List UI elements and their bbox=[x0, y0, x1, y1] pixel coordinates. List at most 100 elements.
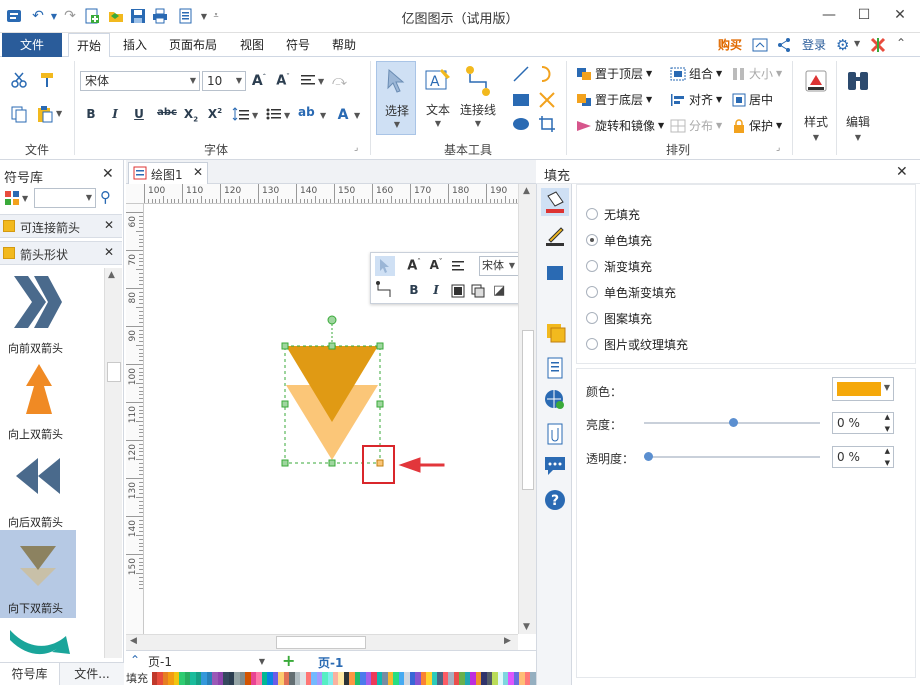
line-spacing-icon[interactable] bbox=[232, 107, 250, 124]
library-search-input[interactable]: ▼ bbox=[34, 188, 96, 208]
font-color-icon[interactable]: A bbox=[334, 107, 352, 123]
radio-button[interactable] bbox=[586, 234, 598, 246]
font-color-dropdown-icon[interactable]: ▼ bbox=[354, 111, 360, 120]
page-tool-icon[interactable] bbox=[541, 356, 569, 380]
add-page-icon[interactable]: + bbox=[282, 651, 295, 670]
connector-tool-button[interactable]: 连接线 ▼ bbox=[458, 61, 498, 135]
fill-option[interactable]: 单色渐变填充 bbox=[586, 284, 806, 302]
strikethrough-button[interactable]: abc bbox=[156, 107, 178, 118]
minimize-icon[interactable]: — bbox=[815, 4, 843, 26]
mini-fill-icon[interactable] bbox=[451, 284, 465, 301]
tab-insert[interactable]: 插入 bbox=[116, 33, 154, 57]
brightness-slider-thumb[interactable] bbox=[729, 418, 738, 427]
shape-forward-double-arrow[interactable]: 向前双箭头 bbox=[0, 268, 104, 356]
scroll-left-icon[interactable]: ◀ bbox=[130, 636, 137, 646]
tab-help[interactable]: 帮助 bbox=[326, 33, 362, 57]
underline-button[interactable]: U bbox=[130, 107, 148, 121]
crop-tool-icon[interactable] bbox=[538, 115, 556, 136]
subscript-button[interactable]: X2 bbox=[182, 107, 200, 123]
shadow-tool-icon[interactable] bbox=[541, 264, 569, 284]
line-spacing-dropdown-icon[interactable]: ▼ bbox=[252, 111, 258, 120]
settings-dropdown-icon[interactable]: ▼ bbox=[854, 39, 860, 48]
shape-curved-arrow[interactable] bbox=[8, 626, 72, 661]
page-collapse-icon[interactable]: ⌃ bbox=[130, 653, 140, 667]
fill-option[interactable]: 图片或纹理填充 bbox=[586, 336, 806, 354]
transparency-slider-track[interactable] bbox=[644, 456, 820, 458]
attachment-tool-icon[interactable] bbox=[541, 422, 569, 446]
close-icon[interactable]: ✕ bbox=[193, 165, 203, 179]
page-select[interactable]: 页-1 ▼ bbox=[148, 653, 268, 671]
cut-icon[interactable] bbox=[10, 71, 28, 92]
scroll-thumb[interactable] bbox=[107, 362, 121, 382]
scroll-thumb[interactable] bbox=[276, 636, 366, 649]
rectangle-tool-icon[interactable] bbox=[512, 91, 530, 112]
palette-swatches[interactable] bbox=[152, 672, 536, 685]
copy-icon[interactable] bbox=[10, 105, 28, 126]
send-to-back-button[interactable]: 置于底层 ▼ bbox=[576, 91, 652, 108]
bring-to-front-button[interactable]: 置于顶层 ▼ bbox=[576, 65, 652, 82]
mini-shadow-icon[interactable]: ◪ bbox=[493, 283, 505, 298]
close-icon[interactable]: ✕ bbox=[886, 4, 914, 26]
align-button[interactable]: 对齐 ▼ bbox=[670, 91, 722, 108]
mini-connector-icon[interactable] bbox=[375, 281, 395, 302]
tab-symbol[interactable]: 符号 bbox=[280, 33, 316, 57]
edit-button[interactable]: 编辑 ▼ bbox=[840, 63, 876, 143]
font-dialog-launcher-icon[interactable]: ⌟ bbox=[354, 143, 358, 153]
select-tool-button[interactable]: 选择 ▼ bbox=[376, 61, 416, 135]
format-painter-icon[interactable] bbox=[38, 71, 56, 92]
scroll-thumb[interactable] bbox=[522, 330, 534, 490]
library-header-arrow-shapes[interactable]: 箭头形状 ✕ bbox=[0, 241, 122, 265]
search-icon[interactable]: ⚲ bbox=[100, 188, 111, 206]
arrange-dialog-launcher-icon[interactable]: ⌟ bbox=[776, 143, 780, 153]
down-arrow-front-triangle[interactable] bbox=[286, 346, 378, 422]
share-window-icon[interactable] bbox=[752, 37, 768, 56]
mini-italic-button[interactable]: I bbox=[427, 283, 445, 297]
close-icon[interactable]: ✕ bbox=[102, 166, 114, 182]
library-scrollbar[interactable]: ▲ bbox=[104, 268, 122, 658]
resize-handle-right[interactable] bbox=[376, 400, 384, 408]
transparency-spinner[interactable]: 0 % ▲ ▼ bbox=[832, 446, 894, 468]
radio-button[interactable] bbox=[586, 260, 598, 272]
tab-file[interactable]: 文件... bbox=[64, 663, 120, 685]
ellipse-tool-icon[interactable] bbox=[512, 115, 530, 136]
fill-option[interactable]: 图案填充 bbox=[586, 310, 806, 328]
resize-handle-bottom-left[interactable] bbox=[281, 459, 289, 467]
font-name-select[interactable]: 宋体 ▼ bbox=[80, 71, 200, 91]
paste-icon[interactable] bbox=[36, 105, 54, 126]
hyperlink-tool-icon[interactable] bbox=[541, 388, 569, 412]
mini-select-icon[interactable] bbox=[375, 256, 395, 276]
maximize-icon[interactable]: ☐ bbox=[850, 4, 878, 26]
increase-font-icon[interactable]: Aˆ bbox=[250, 73, 268, 89]
close-icon[interactable]: ✕ bbox=[896, 164, 908, 180]
brightness-spinner[interactable]: 0 % ▲ ▼ bbox=[832, 412, 894, 434]
comment-tool-icon[interactable] bbox=[541, 454, 569, 478]
share-icon[interactable] bbox=[776, 37, 792, 56]
tab-page-layout[interactable]: 页面布局 bbox=[164, 33, 222, 57]
horizontal-scrollbar[interactable]: ◀ ▶ bbox=[126, 634, 518, 650]
mini-decrease-font-icon[interactable]: Aˇ bbox=[427, 258, 445, 272]
color-palette[interactable]: 填充 bbox=[126, 672, 536, 685]
close-icon[interactable]: ✕ bbox=[104, 245, 114, 259]
shape-down-double-arrow[interactable]: 向下双箭头 bbox=[0, 530, 76, 618]
settings-gear-icon[interactable]: ⚙ bbox=[836, 36, 849, 54]
font-size-select[interactable]: 10 ▼ bbox=[202, 71, 246, 91]
rotation-handle[interactable] bbox=[327, 315, 337, 325]
decrease-font-icon[interactable]: Aˇ bbox=[274, 73, 292, 88]
scroll-down-icon[interactable]: ▼ bbox=[523, 622, 530, 632]
layer-tool-icon[interactable] bbox=[541, 322, 569, 346]
resize-handle-top-right[interactable] bbox=[376, 342, 384, 350]
radio-button[interactable] bbox=[586, 312, 598, 324]
fill-tool-icon[interactable] bbox=[541, 188, 569, 216]
text-tool-button[interactable]: A 文本 ▼ bbox=[420, 61, 456, 135]
file-menu-tab[interactable]: 文件 bbox=[2, 33, 62, 57]
tab-symbol-library[interactable]: 符号库 bbox=[0, 663, 60, 685]
line-tool-icon[interactable] bbox=[541, 222, 569, 248]
mini-bold-button[interactable]: B bbox=[405, 283, 423, 297]
resize-handle-top[interactable] bbox=[328, 342, 336, 350]
scroll-right-icon[interactable]: ▶ bbox=[504, 636, 511, 646]
line-tool-icon[interactable] bbox=[512, 65, 530, 86]
mini-increase-font-icon[interactable]: Aˆ bbox=[405, 258, 423, 273]
library-header-connectable-arrows[interactable]: 可连接箭头 ✕ bbox=[0, 214, 122, 238]
radio-button[interactable] bbox=[586, 208, 598, 220]
highlight-dropdown-icon[interactable]: ▼ bbox=[320, 111, 326, 120]
